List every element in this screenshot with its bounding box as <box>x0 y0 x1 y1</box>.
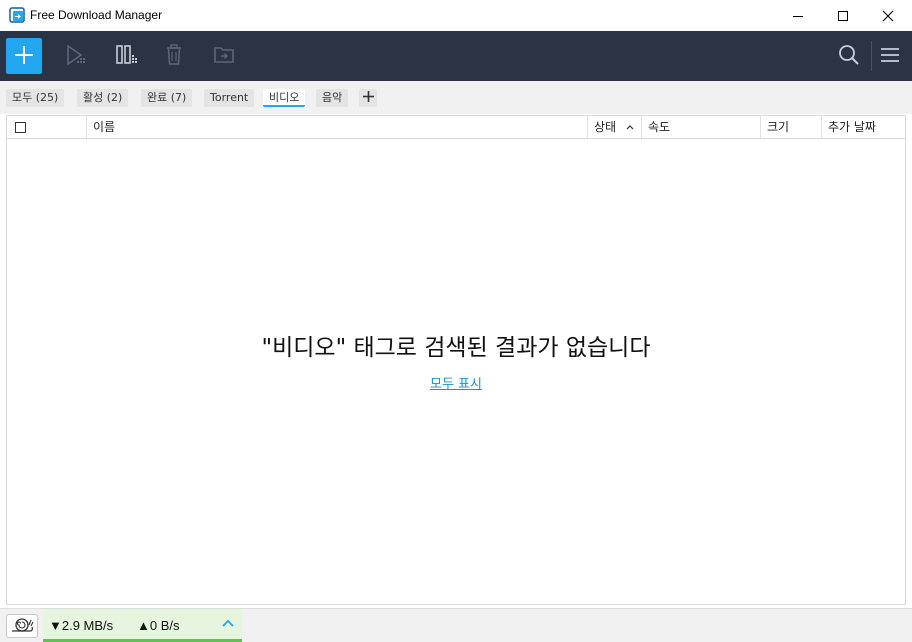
search-button[interactable] <box>836 43 862 69</box>
download-speed: ▼2.9 MB/s <box>49 618 114 633</box>
add-tag-button[interactable] <box>359 89 377 107</box>
tag-filter-bar: 모두 (25) 활성 (2) 완료 (7) Torrent 비디오 음악 <box>0 81 912 114</box>
tag-all[interactable]: 모두 (25) <box>6 89 65 107</box>
add-download-button[interactable] <box>6 38 42 74</box>
sort-ascending-icon <box>626 116 634 145</box>
main-toolbar <box>0 31 912 81</box>
app-logo-icon <box>9 7 25 23</box>
chevron-up-icon[interactable] <box>221 618 235 633</box>
play-icon <box>63 43 87 69</box>
folder-icon <box>213 45 235 68</box>
title-bar: Free Download Manager <box>0 0 912 31</box>
upload-speed: ▲0 B/s <box>137 618 180 633</box>
show-all-link[interactable]: 모두 표시 <box>7 373 905 392</box>
tag-completed[interactable]: 완료 (7) <box>141 89 193 107</box>
column-speed[interactable]: 속도 <box>642 116 761 138</box>
snail-icon <box>10 616 34 637</box>
hamburger-icon <box>880 47 900 66</box>
minimize-button[interactable] <box>775 0 821 31</box>
pause-icon <box>113 44 137 69</box>
tag-music[interactable]: 음악 <box>316 89 349 107</box>
column-date-added[interactable]: 추가 날짜 <box>822 116 905 138</box>
column-size[interactable]: 크기 <box>761 116 822 138</box>
toolbar-divider <box>871 41 872 71</box>
select-all-checkbox[interactable] <box>15 122 26 133</box>
resume-button[interactable] <box>62 43 88 69</box>
select-all-column <box>7 116 87 138</box>
maximize-button[interactable] <box>820 0 866 31</box>
tag-active[interactable]: 활성 (2) <box>77 89 129 107</box>
plus-icon <box>14 45 34 68</box>
status-bar: ▼2.9 MB/s ▲0 B/s <box>0 608 912 642</box>
search-icon <box>838 44 860 69</box>
tag-torrent[interactable]: Torrent <box>204 89 255 107</box>
downloads-table: 이름 상태 속도 크기 추가 날짜 "비디오" 태그로 검색된 결과가 없습니다… <box>6 115 906 605</box>
tag-video[interactable]: 비디오 <box>263 89 306 107</box>
window-title: Free Download Manager <box>30 8 163 22</box>
column-status-label: 상태 <box>594 120 617 134</box>
empty-state-message: "비디오" 태그로 검색된 결과가 없습니다 <box>261 335 651 361</box>
plus-icon <box>362 91 374 105</box>
pause-button[interactable] <box>112 43 138 69</box>
column-name[interactable]: 이름 <box>87 116 588 138</box>
close-button[interactable] <box>865 0 911 31</box>
delete-button[interactable] <box>161 43 187 69</box>
trash-icon <box>164 43 184 69</box>
open-folder-button[interactable] <box>211 43 237 69</box>
column-status[interactable]: 상태 <box>588 116 642 138</box>
table-header: 이름 상태 속도 크기 추가 날짜 <box>7 116 905 139</box>
speed-limit-button[interactable] <box>6 614 38 638</box>
speed-panel[interactable]: ▼2.9 MB/s ▲0 B/s <box>43 609 242 642</box>
menu-button[interactable] <box>877 43 903 69</box>
